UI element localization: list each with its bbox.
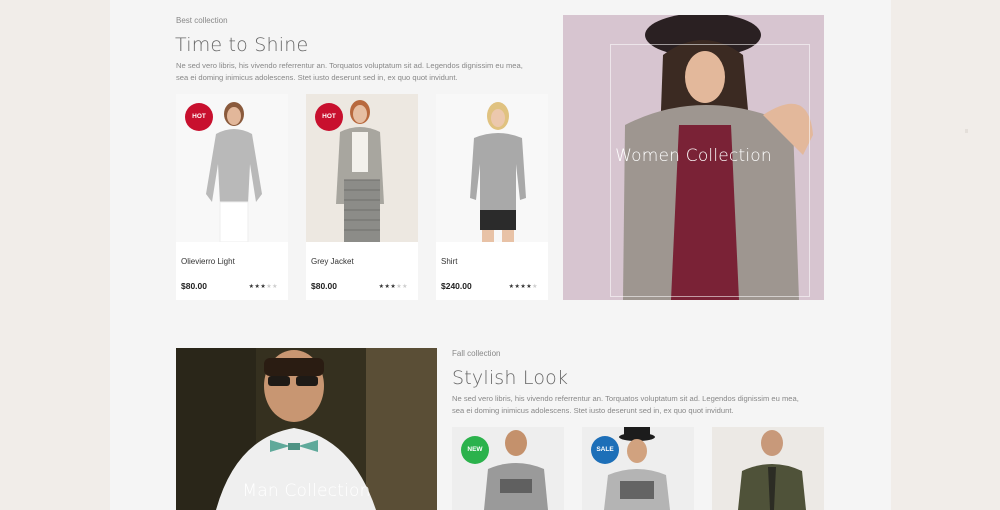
product-image[interactable] [712, 427, 824, 510]
description-line: sea ei doming inimicus adolescens. Stet … [452, 406, 734, 416]
hot-badge: HOT [315, 103, 343, 131]
product-image[interactable]: HOT [176, 94, 288, 242]
sale-badge: SALE [591, 436, 619, 464]
product-name[interactable]: Olievierro Light [181, 257, 235, 266]
page-content: Best collection Time to Shine Ne sed ver… [110, 0, 891, 510]
rating-stars: ★★★★★ [249, 283, 278, 290]
product-price: $80.00 [181, 281, 207, 291]
star-empty-icon: ★ [532, 284, 538, 290]
star-filled-icon: ★★★ [248, 284, 267, 290]
banner-frame [610, 44, 810, 297]
women-collection-label[interactable]: Women Collection [563, 146, 824, 166]
section-description: Ne sed vero libris, his vivendo referren… [176, 60, 556, 85]
women-collection-banner[interactable]: Women Collection [563, 15, 824, 300]
product-card[interactable]: Shirt $240.00 ★★★★★ [436, 94, 548, 300]
product-image[interactable]: NEW [452, 427, 564, 510]
new-badge: NEW [461, 436, 489, 464]
star-empty-icon: ★★ [396, 284, 408, 290]
product-card[interactable]: NEW [452, 427, 564, 510]
product-photo-man-jacket [712, 427, 824, 510]
star-filled-icon: ★★★★ [508, 284, 533, 290]
section-eyebrow-best-collection: Best collection [176, 16, 228, 25]
product-card[interactable]: SALE [582, 427, 694, 510]
section-title-time-to-shine: Time to Shine [175, 34, 309, 56]
product-name[interactable]: Grey Jacket [311, 257, 354, 266]
product-name[interactable]: Shirt [441, 257, 457, 266]
product-card[interactable] [712, 427, 824, 510]
description-line: Ne sed vero libris, his vivendo referren… [176, 61, 523, 70]
man-collection-banner[interactable]: Man Collection [176, 348, 437, 510]
man-collection-label[interactable]: Man Collection [176, 481, 437, 501]
description-line: Ne sed vero libris, his vivendo referren… [452, 394, 799, 403]
product-image[interactable]: SALE [582, 427, 694, 510]
product-card[interactable]: HOT Grey Jacket $80.00 ★★★★★ [306, 94, 418, 300]
section-title-stylish-look: Stylish Look [452, 367, 569, 389]
star-filled-icon: ★★★ [378, 284, 397, 290]
product-image[interactable] [436, 94, 548, 242]
section-description: Ne sed vero libris, his vivendo referren… [452, 393, 832, 418]
section-eyebrow-fall-collection: Fall collection [452, 349, 501, 358]
decorative-mark [965, 129, 968, 133]
rating-stars: ★★★★★ [379, 283, 408, 290]
rating-stars: ★★★★★ [509, 283, 538, 290]
product-photo-woman-shirt [436, 94, 548, 242]
star-empty-icon: ★★ [266, 284, 278, 290]
hot-badge: HOT [185, 103, 213, 131]
product-price: $80.00 [311, 281, 337, 291]
product-price: $240.00 [441, 281, 472, 291]
product-image[interactable]: HOT [306, 94, 418, 242]
product-card[interactable]: HOT Olievierro Light $80.00 ★★★★★ [176, 94, 288, 300]
description-line: sea ei doming inimicus adolescens. Stet … [176, 73, 458, 83]
